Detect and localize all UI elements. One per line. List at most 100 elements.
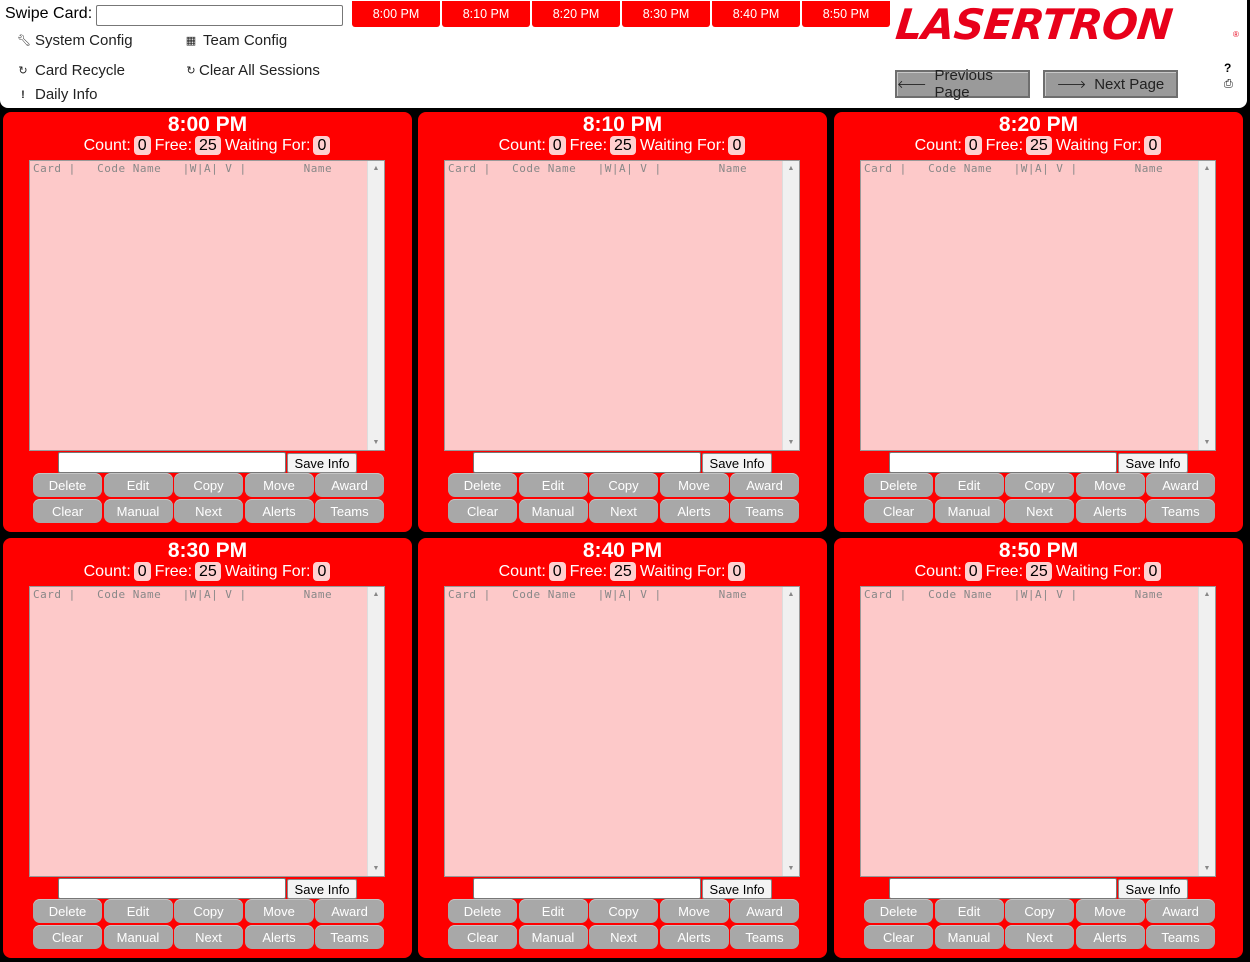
- player-list[interactable]: Card | Code Name |W|A| V | Name ▲ ▼: [29, 586, 385, 877]
- copy-button[interactable]: Copy: [174, 899, 243, 923]
- clear-button[interactable]: Clear: [864, 925, 933, 949]
- time-tab[interactable]: 8:20 PM: [532, 1, 620, 27]
- award-button[interactable]: Award: [315, 899, 384, 923]
- move-button[interactable]: Move: [659, 473, 729, 497]
- save-info-button[interactable]: Save Info: [287, 453, 357, 473]
- scroll-up-icon[interactable]: ▲: [368, 591, 384, 598]
- delete-button[interactable]: Delete: [864, 473, 933, 497]
- list-scrollbar[interactable]: ▲ ▼: [367, 161, 384, 450]
- time-tab[interactable]: 8:00 PM: [352, 1, 440, 27]
- award-button[interactable]: Award: [1146, 473, 1215, 497]
- alerts-button[interactable]: Alerts: [659, 499, 729, 523]
- team-config-link[interactable]: ▦ Team Config: [185, 32, 287, 49]
- session-info-input[interactable]: [58, 452, 286, 473]
- move-button[interactable]: Move: [1075, 473, 1145, 497]
- teams-button[interactable]: Teams: [315, 499, 384, 523]
- scroll-down-icon[interactable]: ▼: [1199, 865, 1215, 872]
- scroll-down-icon[interactable]: ▼: [783, 439, 799, 446]
- edit-button[interactable]: Edit: [103, 473, 173, 497]
- save-info-button[interactable]: Save Info: [1118, 879, 1188, 899]
- scroll-up-icon[interactable]: ▲: [783, 165, 799, 172]
- next-button[interactable]: Next: [174, 925, 243, 949]
- scroll-down-icon[interactable]: ▼: [368, 439, 384, 446]
- session-info-input[interactable]: [473, 452, 701, 473]
- player-list[interactable]: Card | Code Name |W|A| V | Name ▲ ▼: [860, 586, 1216, 877]
- edit-button[interactable]: Edit: [934, 899, 1004, 923]
- teams-button[interactable]: Teams: [730, 499, 799, 523]
- session-info-input[interactable]: [889, 452, 1117, 473]
- next-page-button[interactable]: 🡒 Next Page: [1043, 70, 1178, 98]
- award-button[interactable]: Award: [730, 473, 799, 497]
- save-info-button[interactable]: Save Info: [1118, 453, 1188, 473]
- move-button[interactable]: Move: [244, 473, 314, 497]
- save-info-button[interactable]: Save Info: [702, 879, 772, 899]
- daily-info-link[interactable]: ! Daily Info: [17, 86, 97, 103]
- card-recycle-link[interactable]: ↻ Card Recycle: [17, 62, 125, 79]
- alerts-button[interactable]: Alerts: [244, 499, 314, 523]
- clear-button[interactable]: Clear: [33, 499, 102, 523]
- edit-button[interactable]: Edit: [103, 899, 173, 923]
- time-tab[interactable]: 8:30 PM: [622, 1, 710, 27]
- print-icon[interactable]: ⎙: [1224, 78, 1233, 91]
- manual-button[interactable]: Manual: [934, 499, 1004, 523]
- award-button[interactable]: Award: [730, 899, 799, 923]
- next-button[interactable]: Next: [174, 499, 243, 523]
- alerts-button[interactable]: Alerts: [659, 925, 729, 949]
- alerts-button[interactable]: Alerts: [1075, 499, 1145, 523]
- copy-button[interactable]: Copy: [589, 473, 658, 497]
- manual-button[interactable]: Manual: [518, 925, 588, 949]
- edit-button[interactable]: Edit: [518, 899, 588, 923]
- next-button[interactable]: Next: [1005, 499, 1074, 523]
- clear-button[interactable]: Clear: [33, 925, 102, 949]
- teams-button[interactable]: Teams: [1146, 925, 1215, 949]
- edit-button[interactable]: Edit: [934, 473, 1004, 497]
- scroll-up-icon[interactable]: ▲: [1199, 165, 1215, 172]
- player-list[interactable]: Card | Code Name |W|A| V | Name ▲ ▼: [29, 160, 385, 451]
- award-button[interactable]: Award: [315, 473, 384, 497]
- edit-button[interactable]: Edit: [518, 473, 588, 497]
- move-button[interactable]: Move: [1075, 899, 1145, 923]
- time-tab[interactable]: 8:10 PM: [442, 1, 530, 27]
- move-button[interactable]: Move: [244, 899, 314, 923]
- scroll-up-icon[interactable]: ▲: [1199, 591, 1215, 598]
- time-tab[interactable]: 8:40 PM: [712, 1, 800, 27]
- next-button[interactable]: Next: [589, 925, 658, 949]
- session-info-input[interactable]: [473, 878, 701, 899]
- delete-button[interactable]: Delete: [864, 899, 933, 923]
- delete-button[interactable]: Delete: [33, 899, 102, 923]
- delete-button[interactable]: Delete: [448, 473, 517, 497]
- list-scrollbar[interactable]: ▲ ▼: [1198, 587, 1215, 876]
- delete-button[interactable]: Delete: [33, 473, 102, 497]
- system-config-link[interactable]: 🔧︎ System Config: [17, 32, 133, 49]
- scroll-up-icon[interactable]: ▲: [783, 591, 799, 598]
- teams-button[interactable]: Teams: [1146, 499, 1215, 523]
- player-list[interactable]: Card | Code Name |W|A| V | Name ▲ ▼: [444, 586, 800, 877]
- manual-button[interactable]: Manual: [103, 925, 173, 949]
- manual-button[interactable]: Manual: [934, 925, 1004, 949]
- list-scrollbar[interactable]: ▲ ▼: [367, 587, 384, 876]
- teams-button[interactable]: Teams: [730, 925, 799, 949]
- scroll-down-icon[interactable]: ▼: [783, 865, 799, 872]
- swipe-card-input[interactable]: [96, 5, 343, 26]
- alerts-button[interactable]: Alerts: [244, 925, 314, 949]
- copy-button[interactable]: Copy: [1005, 473, 1074, 497]
- teams-button[interactable]: Teams: [315, 925, 384, 949]
- next-button[interactable]: Next: [589, 499, 658, 523]
- move-button[interactable]: Move: [659, 899, 729, 923]
- session-info-input[interactable]: [889, 878, 1117, 899]
- alerts-button[interactable]: Alerts: [1075, 925, 1145, 949]
- session-info-input[interactable]: [58, 878, 286, 899]
- delete-button[interactable]: Delete: [448, 899, 517, 923]
- list-scrollbar[interactable]: ▲ ▼: [782, 161, 799, 450]
- award-button[interactable]: Award: [1146, 899, 1215, 923]
- time-tab[interactable]: 8:50 PM: [802, 1, 890, 27]
- manual-button[interactable]: Manual: [518, 499, 588, 523]
- question-icon[interactable]: ?: [1224, 61, 1231, 75]
- previous-page-button[interactable]: 🡐 Previous Page: [895, 67, 1030, 101]
- copy-button[interactable]: Copy: [1005, 899, 1074, 923]
- next-button[interactable]: Next: [1005, 925, 1074, 949]
- save-info-button[interactable]: Save Info: [287, 879, 357, 899]
- clear-button[interactable]: Clear: [448, 499, 517, 523]
- clear-all-sessions-link[interactable]: ↻ Clear All Sessions: [185, 62, 320, 79]
- save-info-button[interactable]: Save Info: [702, 453, 772, 473]
